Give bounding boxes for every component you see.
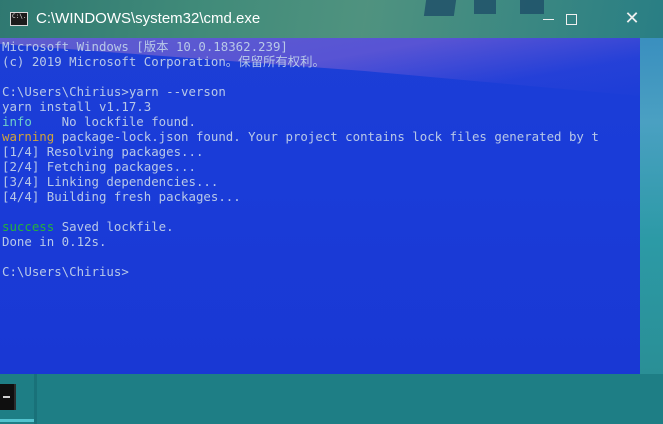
cmd-taskbar-icon[interactable] [0,384,16,410]
cursor-icon [3,396,10,398]
console-prompt: C:\Users\Chirius> [2,264,129,279]
console-line-success: success Saved lockfile. [2,219,174,234]
console-line: (c) 2019 Microsoft Corporation。保留所有权利。 [2,54,325,69]
console-line-text: Saved lockfile. [61,219,174,234]
console-line: C:\Users\Chirius>yarn --verson [2,84,226,99]
active-indicator [0,419,34,422]
console-line-text: package-lock.json found. Your project co… [61,129,599,144]
divider [34,374,37,424]
console-line: [2/4] Fetching packages... [2,159,196,174]
desktop-background [0,374,663,424]
close-icon: ✕ [624,8,640,29]
maximize-button[interactable] [548,0,594,38]
cmd-icon-label: C:\. [12,13,27,20]
console-line-info: info No lockfile found. [2,114,196,129]
info-prefix: info [2,114,32,129]
console-output[interactable]: Microsoft Windows [版本 10.0.18362.239] (c… [0,38,640,374]
console-line-warning: warning package-lock.json found. Your pr… [2,129,599,144]
console-line: [4/4] Building fresh packages... [2,189,241,204]
success-prefix: success [2,219,55,234]
title-bar[interactable]: C:\. C:\WINDOWS\system32\cmd.exe ✕ [0,0,663,38]
maximize-icon [565,13,577,25]
console-line: yarn install v1.17.3 [2,99,152,114]
background-roof [423,0,457,16]
background-roof [474,0,496,14]
warning-prefix: warning [2,129,55,144]
cmd-icon[interactable]: C:\. [10,12,28,26]
window-title: C:\WINDOWS\system32\cmd.exe [36,10,261,27]
console-line: Done in 0.12s. [2,234,107,249]
console-line: [1/4] Resolving packages... [2,144,204,159]
desktop-background [640,38,663,374]
console-line: Microsoft Windows [版本 10.0.18362.239] [2,39,288,54]
console-line-text: No lockfile found. [31,114,196,129]
console-line: [3/4] Linking dependencies... [2,174,219,189]
close-button[interactable]: ✕ [609,0,655,38]
